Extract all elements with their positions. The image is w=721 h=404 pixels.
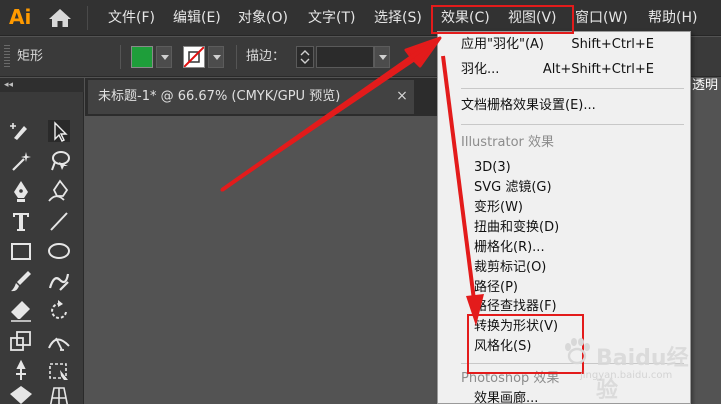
- menu-item-apply-feather[interactable]: 应用"羽化"(A) Shift+Ctrl+E: [438, 34, 690, 56]
- menu-edit[interactable]: 编辑(E): [173, 8, 221, 28]
- perspective-grid-icon[interactable]: [46, 384, 72, 404]
- control-separator: [236, 45, 237, 69]
- selection-type-label: 矩形: [17, 49, 44, 64]
- control-separator: [120, 45, 121, 69]
- stroke-weight-input[interactable]: [316, 46, 374, 68]
- menu-item-feather[interactable]: 羽化... Alt+Shift+Ctrl+E: [438, 59, 690, 81]
- menu-object[interactable]: 对象(O): [238, 8, 288, 28]
- menu-item-warp[interactable]: 变形(W): [438, 197, 690, 219]
- shaper-tool-icon[interactable]: [46, 268, 72, 294]
- menu-item-distort-transform[interactable]: 扭曲和变换(D): [438, 217, 690, 239]
- menu-item-svg-filters[interactable]: SVG 滤镜(G): [438, 177, 690, 199]
- puppet-warp-icon[interactable]: [8, 358, 34, 384]
- magic-wand-icon[interactable]: [8, 148, 34, 174]
- menu-item-3d[interactable]: 3D(3): [438, 157, 690, 179]
- tools-panel-collapse[interactable]: ◂◂: [0, 78, 84, 92]
- canvas-area[interactable]: [85, 116, 440, 404]
- shape-builder-icon[interactable]: [8, 384, 34, 404]
- stroke-dropdown[interactable]: [208, 46, 224, 68]
- rectangle-tool-icon[interactable]: [8, 238, 34, 264]
- shortcut: Alt+Shift+Ctrl+E: [542, 62, 654, 77]
- app-logo: Ai: [9, 5, 32, 29]
- rotate-tool-icon[interactable]: [46, 298, 72, 324]
- free-transform-icon[interactable]: [46, 358, 72, 384]
- menu-window[interactable]: 窗口(W): [575, 8, 628, 28]
- stroke-weight-dropdown[interactable]: [374, 46, 390, 68]
- scale-tool-icon[interactable]: [8, 328, 34, 354]
- home-icon[interactable]: [47, 7, 73, 29]
- eraser-tool-icon[interactable]: [8, 298, 34, 324]
- no-stroke-icon: [183, 46, 205, 68]
- menu-help[interactable]: 帮助(H): [648, 8, 697, 28]
- menu-item-crop-marks[interactable]: 裁剪标记(O): [438, 257, 690, 279]
- menu-header-illustrator-effects: Illustrator 效果: [461, 135, 555, 150]
- fill-swatch[interactable]: [131, 46, 153, 68]
- illustrator-window: Ai 文件(F) 编辑(E) 对象(O) 文字(T) 选择(S) 效果(C) 视…: [0, 0, 721, 404]
- opacity-label[interactable]: 透明: [692, 77, 718, 95]
- menu-divider: [461, 88, 684, 89]
- curvature-tool-icon[interactable]: [46, 178, 72, 204]
- watermark-url: jingyan.baidu.com: [580, 370, 673, 381]
- highlight-effect-view-menu: [431, 5, 574, 34]
- tools-panel: ◂◂: [0, 78, 84, 404]
- artboard-tool-icon[interactable]: [8, 118, 34, 144]
- line-tool-icon[interactable]: [46, 208, 72, 234]
- pen-tool-icon[interactable]: [8, 178, 34, 204]
- fill-dropdown[interactable]: [156, 46, 172, 68]
- stroke-swatch[interactable]: [183, 46, 205, 68]
- ellipse-tool-icon[interactable]: [46, 238, 72, 264]
- close-tab-icon[interactable]: ×: [394, 87, 410, 105]
- width-tool-icon[interactable]: [46, 328, 72, 354]
- baidu-paw-icon: [565, 338, 590, 365]
- menu-item-document-raster-settings[interactable]: 文档栅格效果设置(E)...: [438, 95, 690, 117]
- menu-divider: [461, 124, 684, 125]
- stroke-weight-stepper[interactable]: [296, 46, 314, 68]
- menu-separator: [87, 6, 88, 30]
- menu-item-rasterize[interactable]: 栅格化(R)...: [438, 237, 690, 259]
- panel-grip[interactable]: [4, 45, 10, 69]
- paintbrush-tool-icon[interactable]: [8, 268, 34, 294]
- shortcut: Shift+Ctrl+E: [571, 37, 654, 52]
- stepper-arrows-icon: [300, 50, 310, 64]
- menu-type[interactable]: 文字(T): [308, 8, 355, 28]
- stroke-label: 描边：: [246, 49, 286, 64]
- menu-file[interactable]: 文件(F): [108, 8, 155, 28]
- selection-tool-icon[interactable]: [46, 118, 72, 144]
- menu-select[interactable]: 选择(S): [374, 8, 422, 28]
- baidu-watermark: Baidu经验 jingyan.baidu.com: [560, 338, 710, 403]
- lasso-tool-icon[interactable]: [46, 148, 72, 174]
- type-tool-icon[interactable]: [8, 208, 34, 234]
- document-tab[interactable]: 未标题-1* @ 66.67% (CMYK/GPU 预览): [88, 80, 414, 114]
